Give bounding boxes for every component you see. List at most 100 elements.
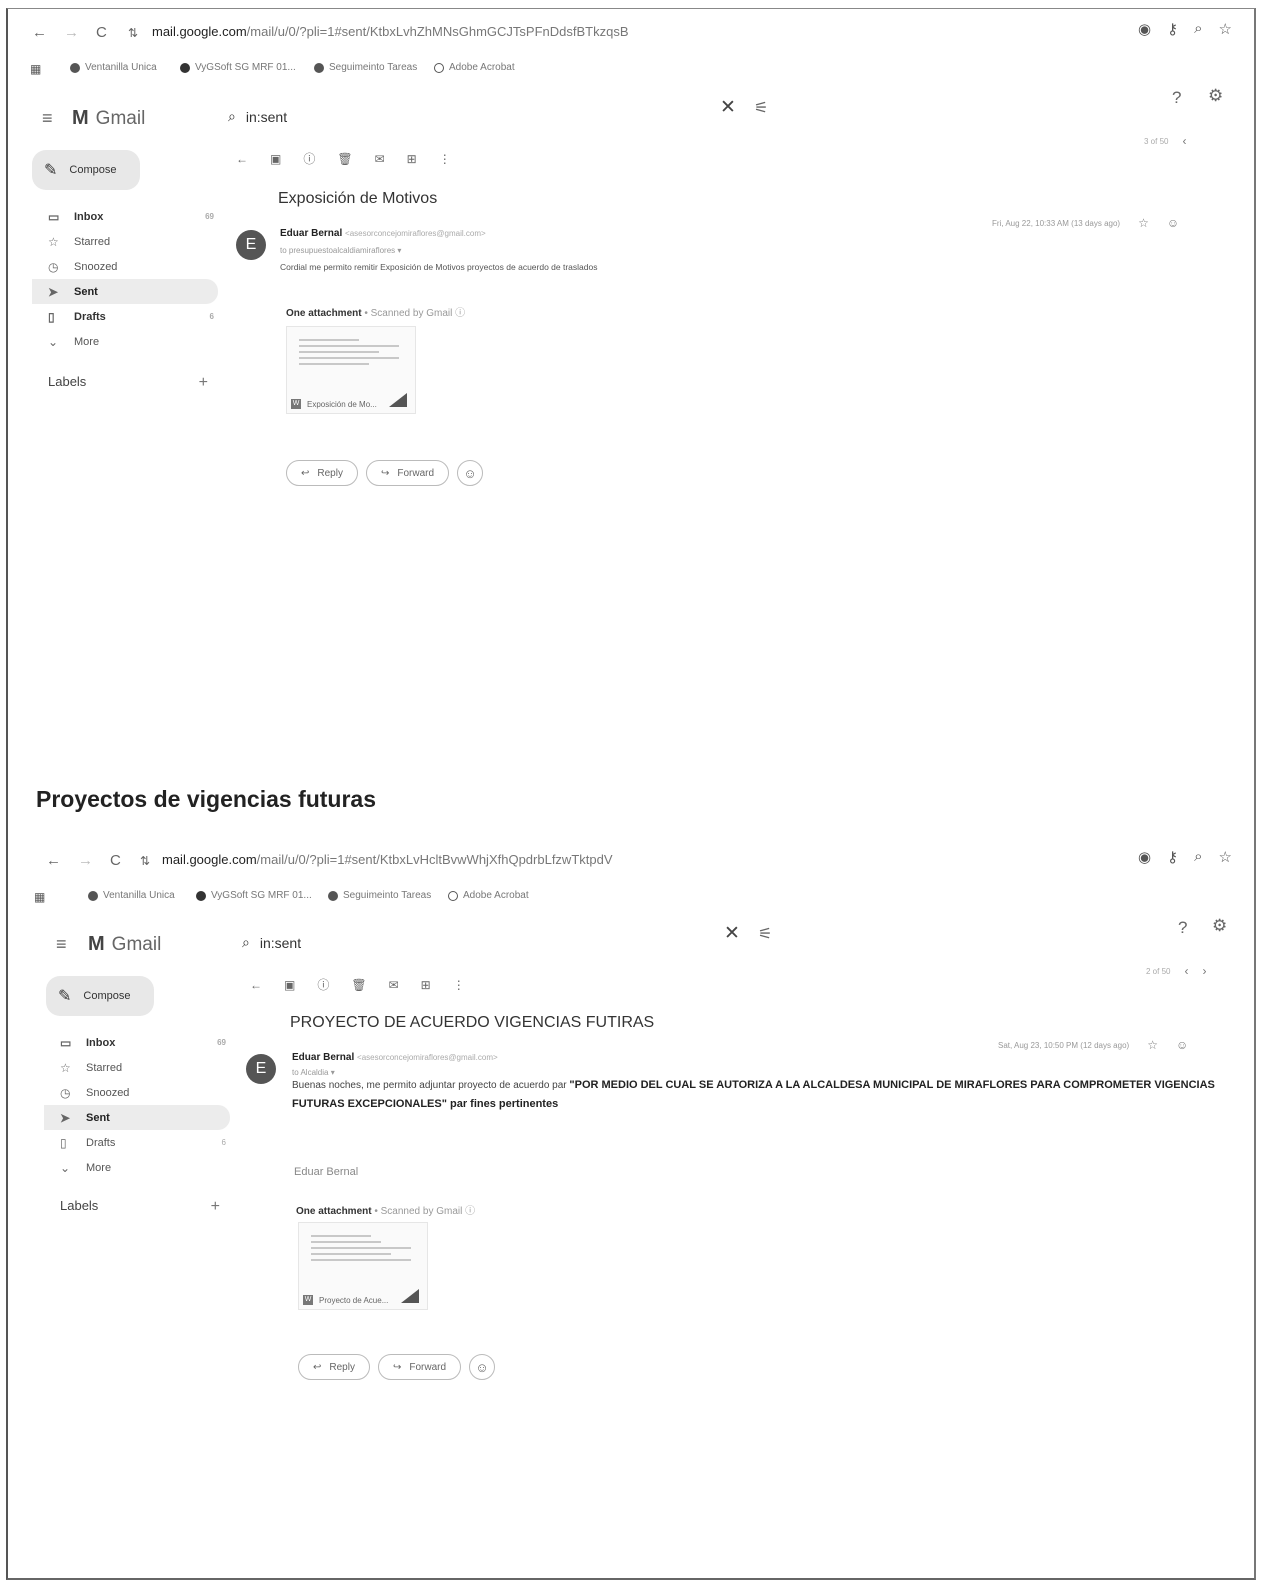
apps-grid-icon[interactable]: ▦ [30,62,41,76]
recipient-line[interactable]: to presupuestoalcaldiamiraflores ▾ [280,246,401,255]
star-icon[interactable]: ☆ [1147,1038,1158,1052]
sidebar-item-more[interactable]: ⌄ More [48,329,218,354]
settings-icon[interactable]: ⚙ [1208,86,1223,106]
search-bar[interactable]: ⌕ in:sent [228,108,287,125]
search-options-icon[interactable]: ⚟ [754,98,768,118]
forward-arrow-icon[interactable]: → [78,852,93,869]
bookmark-adobe[interactable]: Adobe Acrobat [448,890,529,901]
sender-name[interactable]: Eduar Bernal [280,228,342,239]
prev-page-icon[interactable]: ‹ [1182,134,1186,148]
back-arrow-icon[interactable]: ← [32,24,47,41]
move-to-icon[interactable]: ⊞ [407,152,417,166]
reload-icon[interactable]: C [96,24,107,41]
archive-icon[interactable]: ▣ [284,978,295,992]
sidebar-item-more[interactable]: ⌄ More [60,1155,230,1180]
reply-button[interactable]: ↩ Reply [298,1354,370,1380]
sender-name[interactable]: Eduar Bernal [292,1052,354,1063]
search-icon[interactable]: ⌕ [228,108,236,125]
bookmark-adobe[interactable]: Adobe Acrobat [434,62,515,73]
reply-button[interactable]: ↩ Reply [286,460,358,486]
avatar[interactable]: E [246,1054,276,1084]
attachment-thumbnail[interactable]: W Proyecto de Acue... [298,1222,428,1310]
reload-icon[interactable]: C [110,852,121,869]
url-field[interactable]: mail.google.com/mail/u/0/?pli=1#sent/Ktb… [152,24,629,39]
sidebar-item-starred[interactable]: ☆ Starred [60,1055,230,1080]
search-input[interactable]: in:sent [260,935,301,951]
add-reaction-icon[interactable]: ☺ [1176,1038,1188,1052]
bookmark-seguimiento[interactable]: Seguimeinto Tareas [314,62,417,73]
url-field[interactable]: mail.google.com/mail/u/0/?pli=1#sent/Ktb… [162,852,613,867]
bookmark-seguimiento[interactable]: Seguimeinto Tareas [328,890,431,901]
mark-unread-icon[interactable]: ✉ [375,152,385,166]
search-options-icon[interactable]: ⚟ [758,924,772,944]
next-page-icon[interactable]: › [1202,964,1206,978]
forward-button[interactable]: ↪ Forward [377,1354,462,1380]
clear-search-icon[interactable]: ✕ [724,922,740,945]
sidebar-item-sent[interactable]: ➤ Sent [44,1105,230,1130]
sidebar-item-inbox[interactable]: ▭ Inbox 69 [48,204,218,229]
report-spam-icon[interactable]: ⓘ [303,150,315,167]
back-to-list-icon[interactable]: ← [236,152,248,166]
mark-unread-icon[interactable]: ✉ [389,978,399,992]
settings-icon[interactable]: ⚙ [1212,916,1227,936]
help-icon[interactable]: ? [1178,918,1187,938]
eye-icon[interactable]: ◉ [1138,20,1151,38]
key-icon[interactable]: ⚷ [1167,20,1178,38]
sidebar-item-drafts[interactable]: ▯ Drafts 6 [60,1130,230,1155]
bookmark-star-icon[interactable]: ☆ [1219,20,1232,38]
gmail-logo[interactable]: M Gmail [88,933,161,956]
labels-section: Labels + [48,374,208,392]
back-arrow-icon[interactable]: ← [46,852,61,869]
compose-button[interactable]: ✎ Compose [32,150,140,190]
compose-button[interactable]: ✎ Compose [46,976,154,1016]
bookmark-vygsoft[interactable]: VyGSoft SG MRF 01... [196,890,312,901]
sidebar-item-drafts[interactable]: ▯ Drafts 6 [48,304,218,329]
search-bar[interactable]: ⌕ in:sent [242,934,301,951]
forward-arrow-icon[interactable]: → [64,24,79,41]
sidebar-item-starred[interactable]: ☆ Starred [48,229,218,254]
emoji-reaction-button[interactable]: ☺ [457,460,484,486]
move-to-icon[interactable]: ⊞ [421,978,431,992]
key-icon[interactable]: ⚷ [1167,848,1178,866]
main-menu-icon[interactable]: ≡ [56,934,67,955]
zoom-icon[interactable]: ⌕ [1194,848,1202,866]
delete-icon[interactable]: 🗑 [337,152,352,166]
avatar[interactable]: E [236,230,266,260]
delete-icon[interactable]: 🗑 [351,978,366,992]
prev-page-icon[interactable]: ‹ [1184,964,1188,978]
more-options-icon[interactable]: ⋮ [439,152,451,166]
gmail-logo[interactable]: M Gmail [72,107,145,130]
add-label-icon[interactable]: + [211,1198,220,1216]
site-info-icon[interactable]: ⇅ [140,854,150,868]
add-reaction-icon[interactable]: ☺ [1167,216,1179,230]
bookmark-ventanilla[interactable]: Ventanilla Unica [88,890,175,901]
clear-search-icon[interactable]: ✕ [720,96,736,119]
sidebar-item-snoozed[interactable]: ◷ Snoozed [60,1080,230,1105]
apps-grid-icon[interactable]: ▦ [34,890,45,904]
reply-icon: ↩ [301,467,310,479]
bookmark-vygsoft[interactable]: VyGSoft SG MRF 01... [180,62,296,73]
sidebar-item-inbox[interactable]: ▭ Inbox 69 [60,1030,230,1055]
site-info-icon[interactable]: ⇅ [128,26,138,40]
emoji-reaction-button[interactable]: ☺ [469,1354,496,1380]
back-to-list-icon[interactable]: ← [250,978,262,992]
help-icon[interactable]: ? [1172,88,1181,108]
zoom-icon[interactable]: ⌕ [1194,20,1202,38]
star-icon[interactable]: ☆ [1138,216,1149,230]
sidebar-item-sent[interactable]: ➤ Sent [32,279,218,304]
bookmark-ventanilla[interactable]: Ventanilla Unica [70,62,157,73]
report-spam-icon[interactable]: ⓘ [317,976,329,993]
eye-icon[interactable]: ◉ [1138,848,1151,866]
bookmark-star-icon[interactable]: ☆ [1219,848,1232,866]
main-menu-icon[interactable]: ≡ [42,108,53,129]
reply-actions: ↩ Reply ↪ Forward ☺ [298,1354,496,1380]
forward-button[interactable]: ↪ Forward [365,460,450,486]
search-icon[interactable]: ⌕ [242,934,250,951]
attachment-thumbnail[interactable]: W Exposición de Mo... [286,326,416,414]
more-options-icon[interactable]: ⋮ [453,978,465,992]
search-input[interactable]: in:sent [246,109,287,125]
add-label-icon[interactable]: + [199,374,208,392]
archive-icon[interactable]: ▣ [270,152,281,166]
sidebar-item-snoozed[interactable]: ◷ Snoozed [48,254,218,279]
screenshot-exposicion: ← → C ⇅ mail.google.com/mail/u/0/?pli=1#… [12,14,1252,534]
